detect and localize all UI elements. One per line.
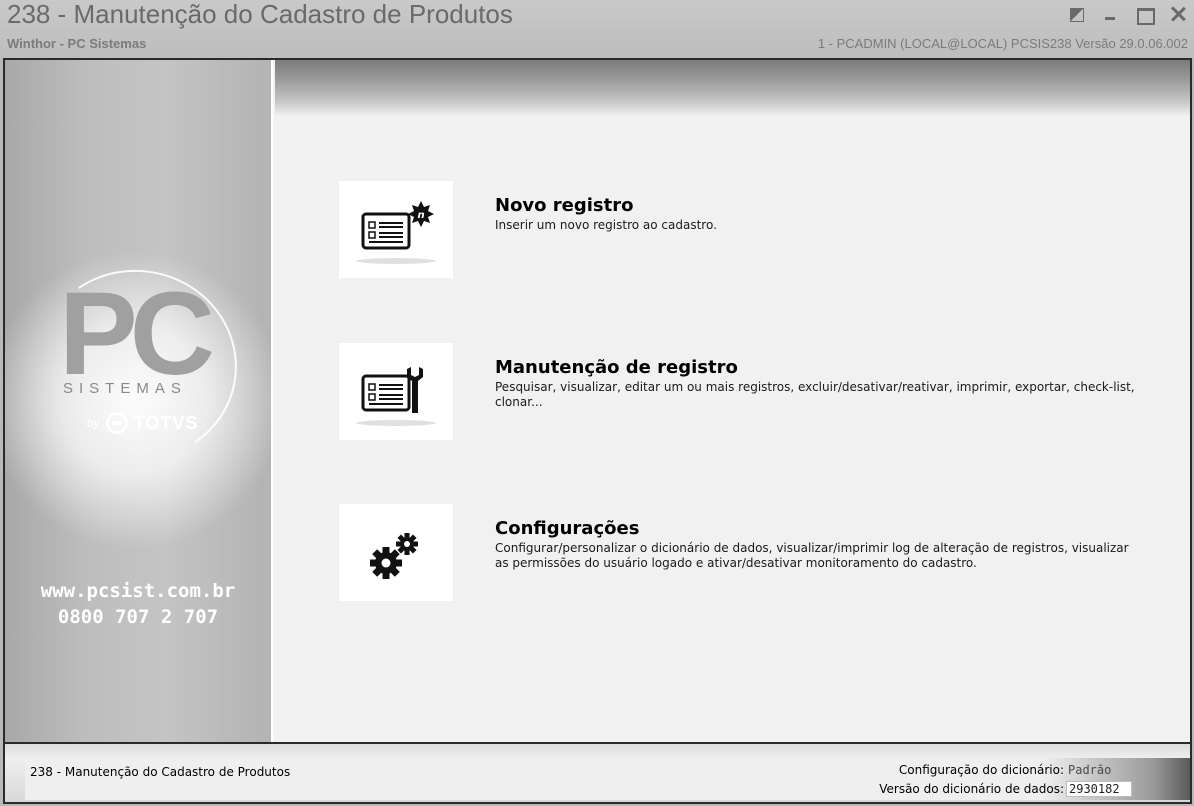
support-phone: 0800 707 2 707 [57, 606, 219, 628]
window-title: 238 - Manutenção do Cadastro de Produtos [7, 0, 513, 29]
dict-version-label: Versão do dicionário de dados: [879, 782, 1064, 796]
new-record-text: Novo registro Inserir um novo registro a… [495, 181, 1135, 278]
totvs-icon [105, 412, 128, 434]
status-bar: 238 - Manutenção do Cadastro de Produtos… [3, 744, 1192, 804]
maximize-icon[interactable] [1136, 6, 1155, 25]
title-bar[interactable]: 238 - Manutenção do Cadastro de Produtos… [0, 0, 1194, 58]
content-area: n Novo registro Inserir um novo registro… [275, 60, 1190, 742]
window-controls [1068, 2, 1186, 26]
dict-config-label: Configuração do dicionário: [898, 763, 1064, 777]
content-header [275, 60, 1190, 116]
status-routine-name: 238 - Manutenção do Cadastro de Produtos [25, 758, 821, 800]
new-record-tile[interactable]: n [339, 181, 453, 278]
new-record-option[interactable]: n Novo registro Inserir um novo registro… [339, 181, 1135, 278]
dict-config-value: Padrão [1068, 763, 1112, 777]
record-maintenance-tile[interactable] [339, 343, 453, 440]
totvs-by-label: by [87, 416, 100, 430]
new-record-title[interactable]: Novo registro [495, 195, 1135, 217]
record-maintenance-text: Manutenção de registro Pesquisar, visual… [495, 343, 1135, 440]
dict-version-row: Versão do dicionário de dados: 2930182 [879, 781, 1132, 797]
main-frame: PC SISTEMAS by TOTVS www.pcsist.com.br 0… [3, 58, 1192, 744]
branding-panel: PC SISTEMAS by TOTVS www.pcsist.com.br 0… [5, 60, 273, 742]
new-record-description: Inserir um novo registro ao cadastro. [495, 218, 717, 232]
record-maintenance-description: Pesquisar, visualizar, editar um ou mais… [495, 380, 1135, 409]
window-subtitle: Winthor - PC Sistemas [7, 36, 147, 51]
sistemas-wordmark: SISTEMAS [63, 380, 187, 397]
restore-icon[interactable] [1068, 6, 1084, 22]
record-maintenance-option[interactable]: Manutenção de registro Pesquisar, visual… [339, 343, 1135, 440]
dict-version-value: 2930182 [1066, 781, 1132, 797]
totvs-wordmark: TOTVS [133, 412, 199, 433]
status-dictionary-panel: Configuração do dicionário: Padrão Versã… [821, 758, 1190, 800]
settings-tile[interactable] [339, 504, 453, 601]
new-record-icon: n [356, 201, 436, 264]
settings-description: Configurar/personalizar o dicionário de … [495, 541, 1129, 570]
minimize-icon[interactable] [1102, 6, 1118, 22]
settings-option[interactable]: Configurações Configurar/personalizar o … [339, 504, 1135, 601]
svg-text:n: n [417, 210, 424, 221]
close-icon[interactable] [1170, 6, 1186, 22]
gears-icon [370, 533, 418, 579]
settings-text: Configurações Configurar/personalizar o … [495, 504, 1135, 601]
dict-config-row: Configuração do dicionário: Padrão [899, 763, 1132, 777]
record-maintenance-title[interactable]: Manutenção de registro [495, 357, 1135, 379]
settings-title[interactable]: Configurações [495, 518, 1135, 540]
website-url: www.pcsist.com.br [40, 580, 236, 602]
maintenance-record-icon [356, 367, 436, 426]
pc-logo: PC [59, 268, 215, 400]
totvs-logo: by TOTVS [87, 412, 198, 434]
session-info: 1 - PCADMIN (LOCAL@LOCAL) PCSIS238 Versã… [817, 36, 1188, 51]
